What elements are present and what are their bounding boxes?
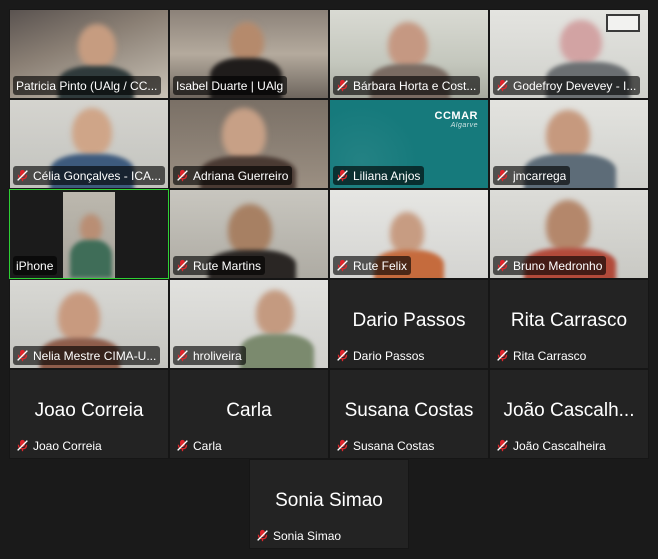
participant-tile-active-speaker[interactable]: iPhone: [9, 189, 169, 279]
participant-display-name: Joao Correia: [34, 400, 144, 421]
participant-display-name: Susana Costas: [344, 400, 474, 421]
participant-label: Sonia Simao: [253, 526, 345, 545]
participant-tile[interactable]: Joao Correia Joao Correia: [9, 369, 169, 459]
mic-muted-icon: [337, 79, 348, 92]
participant-name: Rute Felix: [353, 258, 408, 273]
mic-muted-icon: [337, 349, 348, 362]
mic-muted-icon: [497, 169, 508, 182]
participant-name: Susana Costas: [353, 438, 435, 453]
participant-tile[interactable]: Carla Carla: [169, 369, 329, 459]
participant-name: Bruno Medronho: [513, 258, 603, 273]
mic-muted-icon: [257, 529, 268, 542]
participant-label: Patricia Pinto (UAlg / CC...: [13, 76, 162, 95]
participant-name: João Cascalheira: [513, 438, 606, 453]
participant-tile[interactable]: CCMAR Algarve Liliana Anjos: [329, 99, 489, 189]
mic-muted-icon: [337, 169, 348, 182]
mic-muted-icon: [497, 79, 508, 92]
participant-name: Joao Correia: [33, 438, 102, 453]
participant-label: jmcarrega: [493, 166, 571, 185]
mic-muted-icon: [177, 169, 188, 182]
participant-label: Liliana Anjos: [333, 166, 425, 185]
participant-label: Susana Costas: [333, 436, 438, 455]
participant-name: Célia Gonçalves - ICA...: [33, 168, 162, 183]
mic-muted-icon: [177, 349, 188, 362]
participant-name: Adriana Guerreiro: [193, 168, 289, 183]
participant-label: Bárbara Horta e Cost...: [333, 76, 481, 95]
participant-name: Godefroy Devevey - I...: [513, 78, 637, 93]
participant-label: iPhone: [13, 256, 58, 275]
participant-tile[interactable]: João Cascalh... João Cascalheira: [489, 369, 649, 459]
participant-name: Rute Martins: [193, 258, 262, 273]
participant-name: Sonia Simao: [273, 528, 342, 543]
participant-tile[interactable]: hroliveira: [169, 279, 329, 369]
participant-label: hroliveira: [173, 346, 246, 365]
mic-muted-icon: [337, 439, 348, 452]
participant-tile[interactable]: Isabel Duarte | UAlg: [169, 9, 329, 99]
participant-name: Dario Passos: [353, 348, 425, 363]
participant-tile[interactable]: Dario Passos Dario Passos: [329, 279, 489, 369]
participant-tile[interactable]: Rita Carrasco Rita Carrasco: [489, 279, 649, 369]
participant-tile[interactable]: Rute Martins: [169, 189, 329, 279]
participant-label: Nelia Mestre CIMA-U...: [13, 346, 161, 365]
mic-muted-icon: [17, 439, 28, 452]
participant-name: Bárbara Horta e Cost...: [353, 78, 477, 93]
mic-muted-icon: [497, 349, 508, 362]
participant-tile[interactable]: Bruno Medronho: [489, 189, 649, 279]
video-grid: Patricia Pinto (UAlg / CC... Isabel Duar…: [9, 9, 649, 459]
participant-label: João Cascalheira: [493, 436, 610, 455]
participant-label: Rute Felix: [333, 256, 412, 275]
participant-tile[interactable]: Rute Felix: [329, 189, 489, 279]
participant-name: Nelia Mestre CIMA-U...: [33, 348, 157, 363]
mic-muted-icon: [177, 259, 188, 272]
participant-name: jmcarrega: [513, 168, 567, 183]
mic-muted-icon: [177, 439, 188, 452]
participant-label: Carla: [173, 436, 226, 455]
mic-muted-icon: [497, 439, 508, 452]
participant-tile[interactable]: jmcarrega: [489, 99, 649, 189]
participant-display-name: João Cascalh...: [503, 400, 635, 421]
participant-label: Bruno Medronho: [493, 256, 607, 275]
participant-label: Dario Passos: [333, 346, 428, 365]
participant-tile[interactable]: Bárbara Horta e Cost...: [329, 9, 489, 99]
participant-tile[interactable]: Susana Costas Susana Costas: [329, 369, 489, 459]
participant-label: Isabel Duarte | UAlg: [173, 76, 288, 95]
ccmar-logo: CCMAR Algarve: [434, 110, 478, 129]
participant-label: Rute Martins: [173, 256, 266, 275]
participant-name: Patricia Pinto (UAlg / CC...: [16, 78, 158, 93]
mic-muted-icon: [337, 259, 348, 272]
participant-name: Isabel Duarte | UAlg: [176, 78, 284, 93]
participant-display-name: Rita Carrasco: [510, 310, 628, 331]
participant-label: Adriana Guerreiro: [173, 166, 293, 185]
participant-name: Carla: [193, 438, 222, 453]
participant-name: Liliana Anjos: [353, 168, 421, 183]
mic-muted-icon: [17, 349, 28, 362]
participant-tile[interactable]: Nelia Mestre CIMA-U...: [9, 279, 169, 369]
mic-muted-icon: [17, 169, 28, 182]
participant-display-name: Carla: [226, 400, 272, 421]
participant-label: Godefroy Devevey - I...: [493, 76, 641, 95]
participant-label: Célia Gonçalves - ICA...: [13, 166, 166, 185]
participant-tile[interactable]: Adriana Guerreiro: [169, 99, 329, 189]
mic-muted-icon: [497, 259, 508, 272]
participant-tile[interactable]: Sonia Simao Sonia Simao: [249, 459, 409, 549]
participant-label: Rita Carrasco: [493, 346, 590, 365]
participant-display-name: Sonia Simao: [275, 490, 383, 511]
participant-name: iPhone: [16, 258, 54, 273]
participant-tile[interactable]: Célia Gonçalves - ICA...: [9, 99, 169, 189]
participant-tile[interactable]: Patricia Pinto (UAlg / CC...: [9, 9, 169, 99]
participant-name: Rita Carrasco: [513, 348, 587, 363]
participant-name: hroliveira: [193, 348, 242, 363]
participant-label: Joao Correia: [13, 436, 106, 455]
participant-tile[interactable]: Godefroy Devevey - I...: [489, 9, 649, 99]
participant-display-name: Dario Passos: [352, 310, 466, 331]
